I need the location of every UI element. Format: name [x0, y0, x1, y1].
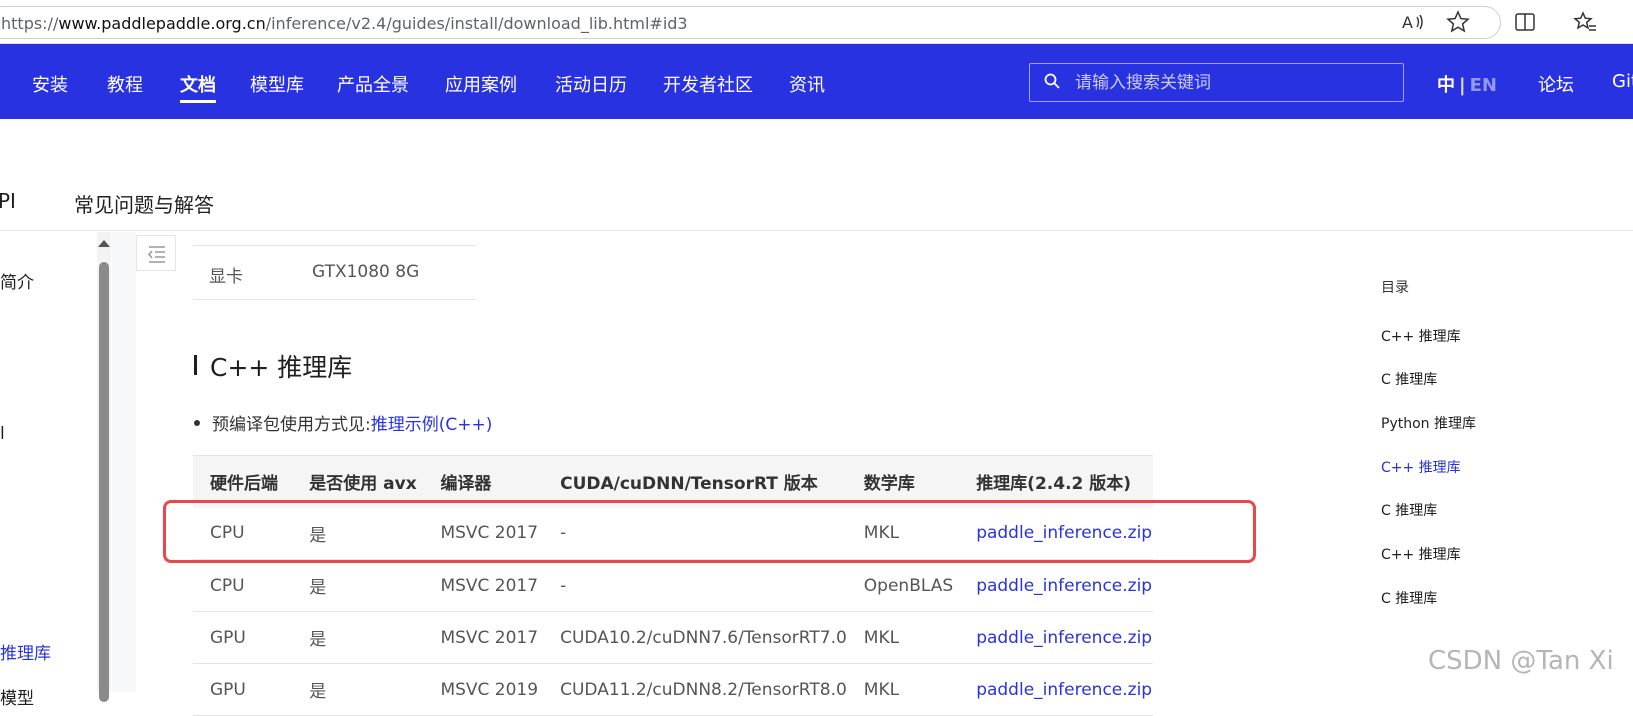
toc-item-cpp[interactable]: C++ 推理库	[1381, 544, 1461, 564]
bullet-item: 预编译包使用方式见:推理示例(C++)	[194, 410, 492, 435]
cell-compiler: MSVC 2019	[423, 663, 544, 716]
language-switch: 中 | EN	[1437, 71, 1497, 97]
bullet-text: 预编译包使用方式见:	[212, 415, 371, 435]
search-input[interactable]	[1075, 70, 1385, 96]
read-aloud-icon[interactable]: A	[1400, 9, 1426, 35]
nav-community[interactable]: 开发者社区	[663, 71, 753, 97]
cell-hardware: GPU	[193, 611, 293, 664]
sidebar-gutter	[112, 232, 136, 692]
spec-row-gpu: 显卡 GTX1080 8G	[193, 245, 476, 300]
inference-example-link[interactable]: 推理示例(C++)	[371, 415, 493, 435]
nav-docs[interactable]: 文档	[180, 71, 216, 103]
bullet-dot	[194, 420, 200, 426]
sidebar-item-intro[interactable]: 简介	[0, 268, 34, 293]
toc-item-cpp-active[interactable]: C++ 推理库	[1381, 457, 1461, 477]
sidebar-item-inference-lib[interactable]: 推理库	[0, 639, 51, 664]
browser-toolbar: https://www.paddlepaddle.org.cn/inferenc…	[0, 0, 1633, 44]
cell-cuda: -	[543, 559, 847, 612]
download-link[interactable]: paddle_inference.zip	[959, 663, 1153, 716]
nav-events[interactable]: 活动日历	[555, 71, 627, 97]
spec-value: GTX1080 8G	[312, 262, 420, 282]
subnav-faq[interactable]: 常见问题与解答	[74, 189, 214, 218]
nav-cases[interactable]: 应用案例	[445, 71, 517, 97]
nav-model-zoo[interactable]: 模型库	[250, 71, 304, 97]
cell-math-lib: MKL	[846, 663, 960, 716]
lang-en[interactable]: EN	[1470, 75, 1497, 96]
sidebar-item-api[interactable]: l	[0, 424, 5, 444]
search-box[interactable]	[1029, 63, 1404, 102]
docs-subnav: PI 常见问题与解答	[0, 119, 1633, 231]
favorites-icon[interactable]	[1572, 9, 1598, 35]
highlight-box	[163, 500, 1256, 563]
cell-hardware: CPU	[193, 559, 293, 612]
toc-title: 目录	[1381, 280, 1409, 296]
toc-toggle-button[interactable]	[136, 235, 176, 271]
inference-lib-table: 硬件后端 是否使用 avx 编译器 CUDA/cuDNN/TensorRT 版本…	[193, 455, 1153, 716]
scrollbar-thumb[interactable]	[99, 262, 109, 702]
cell-avx: 是	[292, 559, 424, 612]
cell-cuda: CUDA11.2/cuDNN8.2/TensorRT8.0	[543, 663, 847, 716]
lang-separator: |	[1459, 75, 1466, 96]
subnav-api[interactable]: PI	[0, 189, 16, 213]
lang-zh[interactable]: 中	[1437, 75, 1455, 96]
cell-compiler: MSVC 2017	[423, 559, 544, 612]
nav-github[interactable]: Git	[1612, 71, 1633, 92]
toc-item-c[interactable]: C 推理库	[1381, 588, 1437, 608]
toc-item-c[interactable]: C 推理库	[1381, 369, 1437, 389]
nav-forum[interactable]: 论坛	[1538, 71, 1574, 97]
toc-item-python[interactable]: Python 推理库	[1381, 413, 1476, 433]
nav-products[interactable]: 产品全景	[337, 71, 409, 97]
spec-label: 显卡	[209, 267, 243, 287]
sidebar-item-model[interactable]: 模型	[0, 684, 34, 709]
scroll-up-arrow-icon[interactable]	[98, 240, 110, 247]
table-row: GPU 是 MSVC 2019 CUDA11.2/cuDNN8.2/Tensor…	[193, 663, 1153, 716]
section-title-marker	[194, 355, 197, 375]
download-link[interactable]: paddle_inference.zip	[959, 611, 1153, 664]
svg-text:A: A	[1402, 13, 1413, 32]
nav-install[interactable]: 安装	[32, 71, 68, 97]
left-sidebar: 简介 l 推理库 模型	[0, 232, 112, 709]
cell-compiler: MSVC 2017	[423, 611, 544, 664]
cell-avx: 是	[292, 663, 424, 716]
cell-avx: 是	[292, 611, 424, 664]
cell-math-lib: MKL	[846, 611, 960, 664]
table-row: GPU 是 MSVC 2017 CUDA10.2/cuDNN7.6/Tensor…	[193, 611, 1153, 664]
nav-news[interactable]: 资讯	[789, 71, 825, 97]
toc-item-c[interactable]: C 推理库	[1381, 500, 1437, 520]
nav-tutorial[interactable]: 教程	[107, 71, 143, 97]
favorite-star-icon[interactable]	[1445, 9, 1471, 35]
download-link[interactable]: paddle_inference.zip	[959, 559, 1153, 612]
cell-cuda: CUDA10.2/cuDNN7.6/TensorRT7.0	[543, 611, 847, 664]
table-row: CPU 是 MSVC 2017 - OpenBLAS paddle_infere…	[193, 559, 1153, 612]
split-screen-icon[interactable]	[1512, 9, 1538, 35]
address-bar-url[interactable]: https://www.paddlepaddle.org.cn/inferenc…	[1, 14, 688, 33]
toc-item-cpp[interactable]: C++ 推理库	[1381, 326, 1461, 346]
watermark: CSDN @Tan Xi	[1428, 646, 1614, 676]
collapse-menu-icon	[148, 246, 165, 263]
cell-math-lib: OpenBLAS	[846, 559, 960, 612]
address-bar[interactable]: https://www.paddlepaddle.org.cn/inferenc…	[0, 6, 1501, 39]
cell-hardware: GPU	[193, 663, 293, 716]
search-icon	[1044, 73, 1060, 89]
top-navigation: 安装 教程 文档 模型库 产品全景 应用案例 活动日历 开发者社区 资讯 中|E…	[0, 44, 1633, 119]
